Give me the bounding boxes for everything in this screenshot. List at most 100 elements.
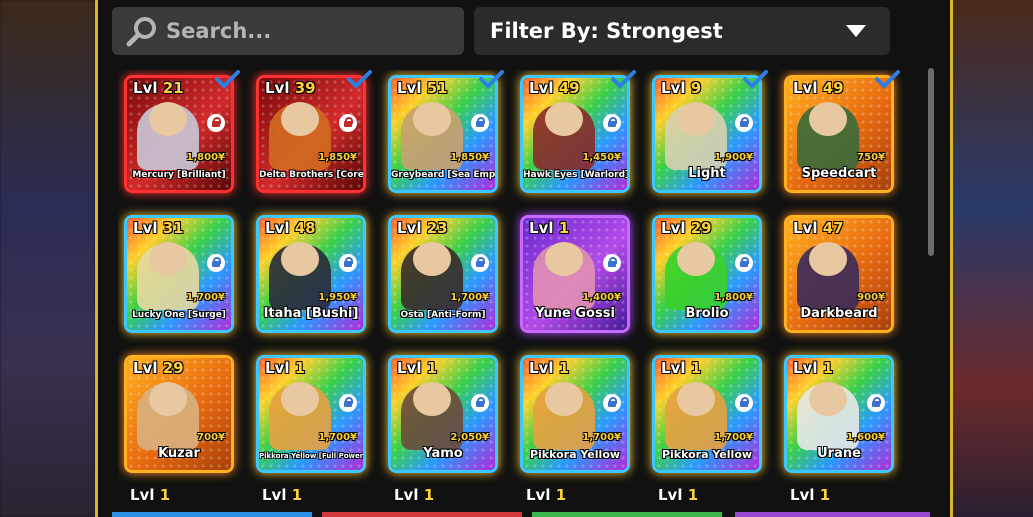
unit-level: Lvl 49 [793,79,844,97]
unit-card[interactable]: Lvl 1 1,700¥ Pikkora Yellow [520,355,630,473]
unit-card[interactable]: Lvl 1 1,700¥ Pikkora Yellow [652,355,762,473]
unit-level: Lvl 29 [133,359,184,377]
level-number: 23 [426,219,448,237]
unit-card[interactable]: Lvl 49 1,450¥ Hawk Eyes [Warlord] [520,75,630,193]
level-number: 1 [159,486,171,504]
unit-price: 900¥ [857,292,885,303]
level-number: 21 [162,79,184,97]
unit-name: Lucky One [Surge] [132,310,226,320]
lock-icon[interactable] [603,394,621,412]
unit-price: 1,850¥ [450,152,489,163]
unit-price: 1,450¥ [582,152,621,163]
unit-level: Lvl 1 [529,219,569,237]
level-number: 9 [690,79,702,97]
unit-card[interactable]: Lvl 9 1,900¥ Light [652,75,762,193]
level-number: 31 [162,219,184,237]
level-number: 47 [822,219,844,237]
unit-card[interactable]: Lvl 47 900¥ Darkbeard [784,215,894,333]
unit-level: Lvl 47 [793,219,844,237]
level-prefix: Lvl [130,486,160,504]
lock-icon[interactable] [471,114,489,132]
level-prefix: Lvl [793,359,823,377]
unit-price: 1,900¥ [714,152,753,163]
level-number: 1 [687,486,699,504]
lock-icon[interactable] [735,394,753,412]
unit-portrait-head [149,382,187,416]
unit-portrait-head [413,242,451,276]
unit-price: 1,850¥ [318,152,357,163]
checkmark-icon [743,70,768,89]
scrollbar[interactable] [928,68,934,256]
unit-card[interactable]: Lvl 39 1,850¥ Delta Brothers [Core] [256,75,366,193]
unit-price: 1,700¥ [318,432,357,443]
lock-icon[interactable] [339,394,357,412]
unit-portrait-head [149,102,187,136]
level-prefix: Lvl [265,79,295,97]
unit-portrait-head [413,102,451,136]
unit-portrait-head [677,242,715,276]
partial-unit-level: Lvl 1 [130,486,170,504]
background-left [0,0,95,517]
unit-card[interactable]: Lvl 48 1,950¥ Itaha [Bushi] [256,215,366,333]
lock-icon[interactable] [207,114,225,132]
unit-card[interactable]: Lvl 1 1,400¥ Yune Gossi [520,215,630,333]
lock-icon[interactable] [339,254,357,272]
search-input[interactable]: Search... [112,7,464,55]
unit-name: Pikkora Yellow [661,448,753,461]
unit-card[interactable]: Lvl 1 1,700¥ Pikkora Yellow [Full Power] [256,355,366,473]
lock-icon[interactable] [735,114,753,132]
unit-price: 1,700¥ [450,292,489,303]
unit-level: Lvl 49 [529,79,580,97]
level-prefix: Lvl [793,219,823,237]
bottom-bar-green [532,512,722,517]
unit-card[interactable]: Lvl 1 2,050¥ Yamo [388,355,498,473]
unit-level: Lvl 39 [265,79,316,97]
unit-card[interactable]: Lvl 29 1,800¥ Brolio [652,215,762,333]
unit-name: Yamo [423,446,463,461]
unit-price: 1,700¥ [714,432,753,443]
bottom-bar-blue [112,512,312,517]
filter-dropdown[interactable]: Filter By: Strongest [474,7,890,55]
level-number: 1 [555,486,567,504]
unit-name: Brolio [685,306,729,321]
checkmark-icon [611,70,636,89]
level-prefix: Lvl [262,486,292,504]
lock-icon[interactable] [471,254,489,272]
unit-name: Osta [Anti-Form] [400,310,486,320]
unit-price: 1,700¥ [582,432,621,443]
unit-card[interactable]: Lvl 49 750¥ Speedcart [784,75,894,193]
lock-icon[interactable] [603,254,621,272]
unit-price: 700¥ [197,432,225,443]
unit-card[interactable]: Lvl 23 1,700¥ Osta [Anti-Form] [388,215,498,333]
unit-portrait-head [413,382,451,416]
unit-card[interactable]: Lvl 51 1,850¥ Greybeard [Sea Emperor] [388,75,498,193]
lock-icon[interactable] [471,394,489,412]
partial-unit-level: Lvl 1 [394,486,434,504]
unit-name: Pikkora Yellow [Full Power] [259,452,366,460]
unit-card[interactable]: Lvl 31 1,700¥ Lucky One [Surge] [124,215,234,333]
lock-icon[interactable] [339,114,357,132]
lock-icon[interactable] [735,254,753,272]
unit-card[interactable]: Lvl 21 1,800¥ Mercury [Brilliant] [124,75,234,193]
unit-portrait-head [545,242,583,276]
unit-level: Lvl 1 [793,359,833,377]
chevron-down-icon[interactable] [846,25,866,37]
search-icon [126,17,156,47]
unit-card[interactable]: Lvl 29 700¥ Kuzar [124,355,234,473]
lock-icon[interactable] [867,394,885,412]
level-prefix: Lvl [265,359,295,377]
level-number: 48 [294,219,316,237]
unit-portrait-head [677,382,715,416]
lock-icon[interactable] [603,114,621,132]
level-number: 51 [426,79,448,97]
lock-icon[interactable] [207,254,225,272]
unit-card[interactable]: Lvl 1 1,600¥ Urane [784,355,894,473]
checkmark-icon [215,70,240,89]
unit-portrait-head [281,382,319,416]
level-prefix: Lvl [793,79,823,97]
unit-name: Itaha [Bushi] [263,306,359,321]
unit-price: 750¥ [857,152,885,163]
unit-name: Darkbeard [800,306,878,321]
level-number: 1 [426,359,438,377]
unit-price: 1,400¥ [582,292,621,303]
